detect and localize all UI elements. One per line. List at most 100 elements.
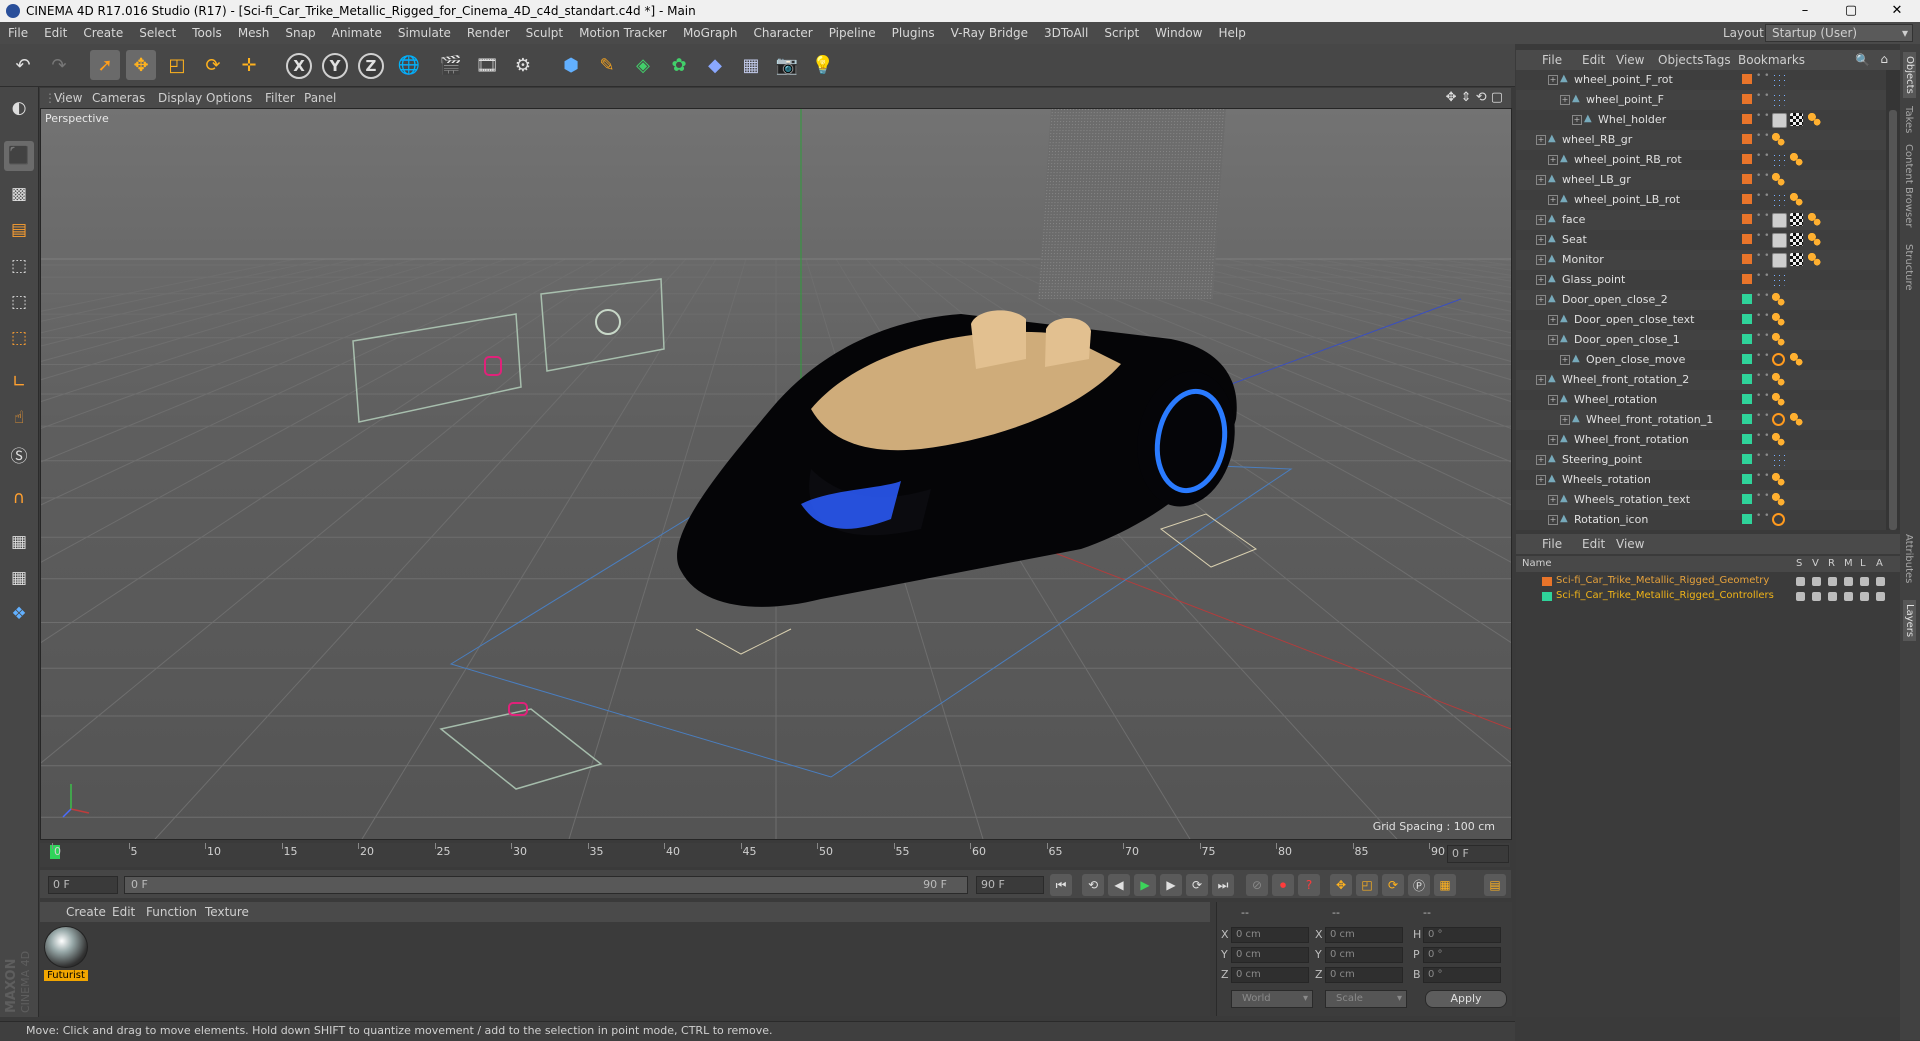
visibility-dots-icon[interactable]: • •	[1756, 392, 1769, 401]
menu-create[interactable]: Create	[75, 26, 131, 40]
protection-tag-icon[interactable]	[1772, 413, 1785, 426]
visibility-dots-icon[interactable]: • •	[1756, 352, 1769, 361]
tweak-mode-icon[interactable]: ☝	[4, 403, 34, 433]
xpresso-tag-icon[interactable]	[1772, 373, 1785, 386]
expand-toggle-icon[interactable]: +	[1536, 475, 1546, 485]
polygons-mode-icon[interactable]: ⬚	[4, 323, 34, 353]
phong-tag-icon[interactable]	[1772, 233, 1787, 248]
layer-flag-toggle[interactable]	[1796, 577, 1805, 586]
visibility-dots-icon[interactable]: • •	[1756, 472, 1769, 481]
object-row[interactable]: + ▲ Wheel_front_rotation_1 • •	[1516, 410, 1886, 430]
xpresso-tag-icon[interactable]	[1772, 173, 1785, 186]
array-cloner-icon[interactable]: ✿	[664, 50, 694, 80]
expand-toggle-icon[interactable]: +	[1548, 495, 1558, 505]
object-row[interactable]: + ▲ wheel_point_LB_rot • •	[1516, 190, 1886, 210]
object-row[interactable]: + ▲ wheel_LB_gr • •	[1516, 170, 1886, 190]
deformer-icon[interactable]: ◆	[700, 50, 730, 80]
object-name[interactable]: Seat	[1562, 233, 1587, 246]
size-field[interactable]: 0 cm	[1325, 927, 1403, 943]
axis-z-lock-button[interactable]: Z	[358, 53, 384, 79]
expand-toggle-icon[interactable]: +	[1536, 375, 1546, 385]
layout-dropdown[interactable]: Startup (User) ▾	[1765, 24, 1913, 42]
object-name[interactable]: wheel_RB_gr	[1562, 133, 1632, 146]
expand-toggle-icon[interactable]: +	[1548, 515, 1558, 525]
visibility-dots-icon[interactable]: • •	[1756, 92, 1769, 101]
menu-animate[interactable]: Animate	[324, 26, 390, 40]
menu-mesh[interactable]: Mesh	[230, 26, 278, 40]
menu-tools[interactable]: Tools	[184, 26, 230, 40]
layer-flag-toggle[interactable]	[1812, 577, 1821, 586]
object-row[interactable]: + ▲ Open_close_move • •	[1516, 350, 1886, 370]
material-menu-texture[interactable]: Texture	[205, 905, 249, 919]
expand-toggle-icon[interactable]: +	[1560, 95, 1570, 105]
expand-toggle-icon[interactable]: +	[1536, 135, 1546, 145]
side-tab-attributes[interactable]: Attributes	[1903, 534, 1914, 583]
layer-color-swatch[interactable]	[1742, 454, 1752, 464]
texture-mode-icon[interactable]: ▩	[4, 179, 34, 209]
key-help-icon[interactable]: ?	[1298, 874, 1320, 896]
object-name[interactable]: Wheel_front_rotation_2	[1562, 373, 1689, 386]
layer-color-swatch[interactable]	[1742, 134, 1752, 144]
visibility-dots-icon[interactable]: • •	[1756, 312, 1769, 321]
object-row[interactable]: + ▲ wheel_point_F_rot • •	[1516, 70, 1886, 90]
light-icon[interactable]: 💡	[808, 50, 838, 80]
redo-icon[interactable]: ↷	[44, 50, 74, 80]
layer-color-swatch[interactable]	[1742, 514, 1752, 524]
object-row[interactable]: + ▲ Door_open_close_text • •	[1516, 310, 1886, 330]
xpresso-tag-icon[interactable]	[1772, 293, 1785, 306]
material-menu-create[interactable]: Create	[66, 905, 106, 919]
layer-name[interactable]: Sci-fi_Car_Trike_Metallic_Rigged_Geometr…	[1556, 575, 1769, 586]
layer-color-swatch[interactable]	[1742, 374, 1752, 384]
object-name[interactable]: Monitor	[1562, 253, 1604, 266]
object-name[interactable]: wheel_point_RB_rot	[1574, 153, 1682, 166]
layer-color-swatch[interactable]	[1742, 274, 1752, 284]
layer-color-swatch[interactable]	[1742, 434, 1752, 444]
object-row[interactable]: + ▲ Rotation_icon • •	[1516, 510, 1886, 530]
object-name[interactable]: Rotation_icon	[1574, 513, 1648, 526]
menu-window[interactable]: Window	[1147, 26, 1210, 40]
floor-environment-icon[interactable]: ▦	[736, 50, 766, 80]
home-icon[interactable]: ⌂	[1880, 52, 1888, 66]
position-field[interactable]: 0 cm	[1231, 967, 1309, 983]
xpresso-tag-icon[interactable]	[1772, 333, 1785, 346]
object-row[interactable]: + ▲ Whel_holder • •	[1516, 110, 1886, 130]
object-name[interactable]: Glass_point	[1562, 273, 1625, 286]
visibility-dots-icon[interactable]: • •	[1756, 112, 1769, 121]
layer-color-swatch[interactable]	[1742, 354, 1752, 364]
object-name[interactable]: Wheel_front_rotation_1	[1586, 413, 1713, 426]
menu-simulate[interactable]: Simulate	[390, 26, 459, 40]
xpresso-tag-icon[interactable]	[1790, 413, 1803, 426]
render-settings-icon[interactable]: ⚙	[508, 50, 538, 80]
selection-tag-icon[interactable]	[1772, 153, 1785, 166]
visibility-dots-icon[interactable]: • •	[1756, 152, 1769, 161]
menu-character[interactable]: Character	[745, 26, 820, 40]
end-frame-field[interactable]: 90 F	[976, 876, 1044, 894]
expand-toggle-icon[interactable]: +	[1536, 215, 1546, 225]
xpresso-tag-icon[interactable]	[1772, 393, 1785, 406]
object-row[interactable]: + ▲ Wheel_front_rotation_2 • •	[1516, 370, 1886, 390]
layer-color-swatch[interactable]	[1742, 194, 1752, 204]
layer-color-swatch[interactable]	[1742, 154, 1752, 164]
texture-tag-icon[interactable]	[1790, 213, 1803, 226]
camera-icon[interactable]: 📷	[772, 50, 802, 80]
layer-menu-edit[interactable]: Edit	[1582, 537, 1605, 551]
visibility-dots-icon[interactable]: • •	[1756, 372, 1769, 381]
edges-mode-icon[interactable]: ⬚	[4, 287, 34, 317]
menu-render[interactable]: Render	[459, 26, 518, 40]
layer-color-swatch[interactable]	[1742, 334, 1752, 344]
last-tool-icon[interactable]: ✛	[234, 50, 264, 80]
visibility-dots-icon[interactable]: • •	[1756, 332, 1769, 341]
expand-toggle-icon[interactable]: +	[1548, 335, 1558, 345]
live-selection-icon[interactable]: ➚	[90, 50, 120, 80]
visibility-dots-icon[interactable]: • •	[1756, 252, 1769, 261]
position-field[interactable]: 0 cm	[1231, 947, 1309, 963]
xpresso-tag-icon[interactable]	[1772, 493, 1785, 506]
object-menu-file[interactable]: File	[1542, 53, 1562, 67]
texture-tag-icon[interactable]	[1790, 113, 1803, 126]
visibility-dots-icon[interactable]: • •	[1756, 212, 1769, 221]
expand-toggle-icon[interactable]: +	[1560, 415, 1570, 425]
minimize-button[interactable]: –	[1782, 0, 1828, 22]
object-name[interactable]: Door_open_close_1	[1574, 333, 1680, 346]
expand-toggle-icon[interactable]: +	[1548, 435, 1558, 445]
start-frame-field[interactable]: 0 F	[48, 876, 118, 894]
